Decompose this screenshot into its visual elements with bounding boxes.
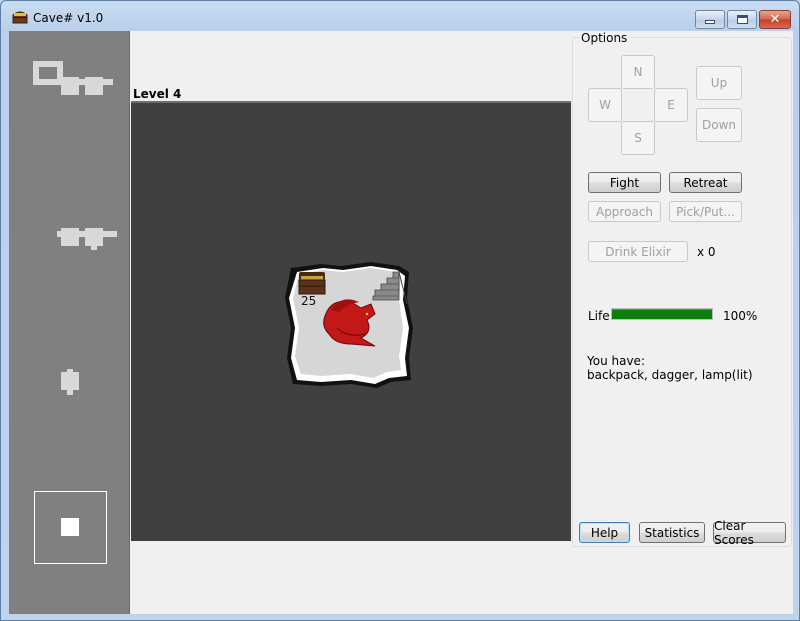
game-view[interactable]: 25 [131, 101, 571, 541]
close-icon: ✕ [769, 12, 781, 27]
level-label: Level 4 [133, 87, 182, 101]
pick-put-button[interactable]: Pick/Put... [669, 201, 742, 222]
treasure-chest-icon [298, 272, 326, 295]
options-legend: Options [579, 31, 630, 45]
inventory-items: backpack, dagger, lamp(lit) [587, 368, 753, 382]
client-area: Level 4 25 Options N W E S Up Down Fight… [9, 31, 793, 614]
minimize-button[interactable] [695, 10, 725, 29]
south-button[interactable]: S [621, 121, 655, 155]
help-button[interactable]: Help [579, 522, 630, 543]
west-label: W [599, 98, 611, 112]
west-button[interactable]: W [588, 88, 622, 122]
minimap-player-room [61, 518, 79, 536]
close-button[interactable]: ✕ [759, 10, 791, 29]
life-percent: 100% [723, 309, 758, 323]
life-label: Life: [588, 309, 614, 323]
clear-scores-button[interactable]: Clear Scores [713, 519, 786, 547]
pick-put-label: Pick/Put... [676, 204, 735, 219]
fight-button[interactable]: Fight [588, 172, 661, 193]
north-label: N [633, 65, 643, 79]
down-label: Down [701, 118, 736, 132]
approach-button[interactable]: Approach [588, 201, 661, 222]
east-label: E [667, 98, 675, 112]
title-bar[interactable]: Cave# v1.0 ✕ [1, 1, 799, 31]
app-window: Cave# v1.0 ✕ Level 4 25 Options N W E S … [0, 0, 800, 621]
up-label: Up [710, 76, 728, 90]
window-title: Cave# v1.0 [33, 11, 104, 25]
clear-scores-label: Clear Scores [714, 518, 754, 547]
south-label: S [634, 131, 642, 145]
life-bar [611, 308, 713, 320]
life-bar-fill [612, 309, 712, 319]
statistics-button[interactable]: Statistics [639, 522, 705, 543]
drink-elixir-button[interactable]: Drink Elixir [588, 241, 688, 262]
down-button[interactable]: Down [696, 108, 742, 142]
drink-elixir-label: Drink Elixir [605, 244, 671, 259]
maximize-button[interactable] [727, 10, 757, 29]
cave-room [285, 262, 413, 388]
treasure-chest-icon [12, 11, 28, 24]
east-button[interactable]: E [654, 88, 688, 122]
statistics-label: Statistics [644, 525, 700, 540]
help-label: Help [590, 525, 619, 540]
north-button[interactable]: N [621, 55, 655, 89]
level-minimap [9, 31, 130, 614]
approach-label: Approach [595, 204, 653, 219]
maximize-icon [736, 15, 748, 24]
fight-label: Fight [609, 175, 640, 190]
retreat-button[interactable]: Retreat [669, 172, 742, 193]
minimize-icon [705, 20, 715, 24]
up-button[interactable]: Up [696, 66, 742, 100]
retreat-label: Retreat [683, 175, 728, 190]
inventory-heading: You have: [587, 354, 645, 368]
elixir-count: x 0 [697, 245, 716, 259]
gold-count: 25 [301, 294, 317, 308]
